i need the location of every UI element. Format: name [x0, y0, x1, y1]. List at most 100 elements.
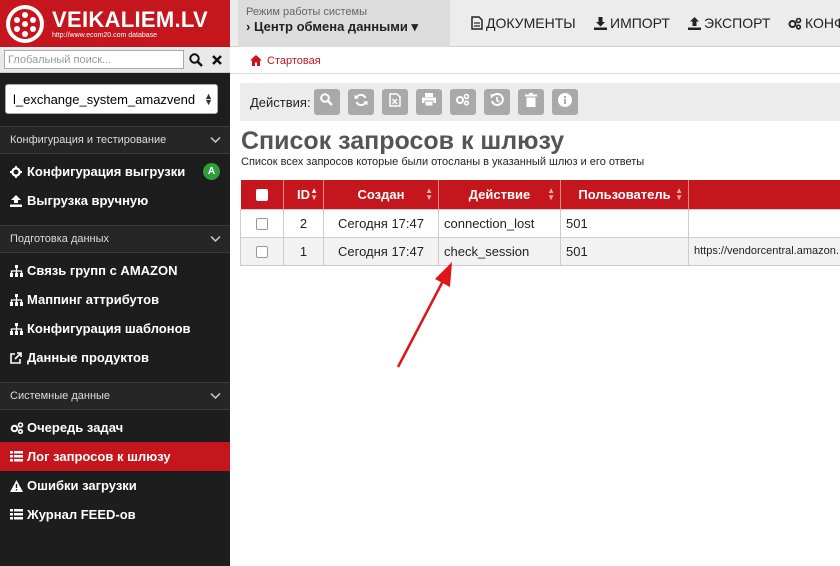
upload-icon: [688, 16, 701, 30]
requests-table: ID ▲ ▼ Создан ▲ ▼ Действие ▲ ▼ Пользователь ▲ ▼ …: [240, 180, 840, 266]
chevron-down-icon: [210, 391, 221, 403]
brand-title: VEIKALIEM.LV: [52, 6, 208, 32]
section-label: Подготовка данных: [10, 233, 110, 245]
page-subtitle: Список всех запросов которые были отосла…: [241, 156, 645, 168]
sidebar-item-upload-errors[interactable]: Ошибки загрузки: [0, 471, 230, 500]
sidebar-item-task-queue[interactable]: Очередь задач: [0, 413, 230, 442]
sitemap-icon: [10, 293, 27, 306]
column-header-user[interactable]: Пользователь ▲ ▼: [560, 180, 689, 209]
column-header-created[interactable]: Создан ▲ ▼: [323, 180, 439, 209]
column-header-url[interactable]: [688, 180, 840, 209]
trash-icon: [524, 92, 537, 112]
close-icon[interactable]: [208, 50, 226, 69]
settings-button[interactable]: [449, 89, 476, 115]
nav-export[interactable]: ЭКСПОРТ: [688, 15, 770, 31]
sidebar-item-amazon-groups[interactable]: Связь групп с AMAZON: [0, 256, 230, 285]
export-excel-button[interactable]: [381, 89, 408, 115]
document-icon: [471, 16, 483, 30]
row-checkbox[interactable]: [256, 246, 268, 259]
logo-icon: [6, 4, 44, 43]
sort-asc-icon: ▲ ▼: [310, 186, 318, 202]
info-button[interactable]: [551, 89, 578, 115]
sidebar-item-label: Маппинг аттрибутов: [27, 292, 160, 307]
nav-documents[interactable]: ДОКУМЕНТЫ: [471, 15, 576, 31]
cell-created: Сегодня 17:47: [323, 208, 439, 238]
sidebar-item-template-config[interactable]: Конфигурация шаблонов: [0, 314, 230, 343]
section-label: Конфигурация и тестирование: [10, 134, 167, 146]
table-row[interactable]: 1 Сегодня 17:47 check_session 501 https:…: [240, 236, 840, 266]
sidebar-item-attr-mapping[interactable]: Маппинг аттрибутов: [0, 285, 230, 314]
select-all-checkbox[interactable]: [255, 189, 268, 202]
sidebar-item-label: Данные продуктов: [27, 350, 149, 365]
section-config[interactable]: Конфигурация и тестирование: [0, 126, 230, 154]
sidebar-item-label: Конфигурация шаблонов: [27, 321, 191, 336]
sort-icon: ▲ ▼: [675, 186, 683, 202]
column-header-action[interactable]: Действие ▲ ▼: [438, 180, 561, 209]
chevron-down-icon: [210, 234, 221, 246]
sidebar-item-label: Выгрузка вручную: [27, 193, 149, 208]
status-badge: A: [203, 163, 220, 180]
search-button[interactable]: [313, 89, 340, 115]
sidebar-item-manual-export[interactable]: Выгрузка вручную: [0, 186, 230, 215]
refresh-button[interactable]: [347, 89, 374, 115]
cell-url: https://vendorcentral.amazon.: [688, 236, 840, 266]
top-bar: Режим работы системы › Центр обмена данн…: [230, 0, 840, 47]
global-search: [0, 47, 230, 73]
logo[interactable]: VEIKALIEM.LV http://www.ecom20.com datab…: [0, 0, 230, 47]
sidebar-item-label: Журнал FEED-ов: [27, 507, 136, 522]
cell-action: connection_lost: [438, 208, 561, 238]
delete-button[interactable]: [517, 89, 544, 115]
nav-label: ИМПОРТ: [610, 15, 670, 31]
cell-action: check_session: [438, 236, 561, 266]
upload-icon: [10, 194, 27, 207]
external-link-icon: [10, 351, 27, 364]
cell-id: 2: [283, 208, 324, 238]
column-header-id[interactable]: ID ▲ ▼: [283, 180, 324, 209]
sidebar-item-label: Очередь задач: [27, 420, 124, 435]
excel-file-icon: [388, 92, 401, 112]
refresh-icon: [354, 93, 368, 112]
breadcrumb: Стартовая: [230, 48, 840, 74]
sitemap-icon: [10, 264, 27, 277]
brand-subtitle: http://www.ecom20.com database: [52, 31, 158, 39]
section-system-data[interactable]: Системные данные: [0, 382, 230, 410]
section-data-prep[interactable]: Подготовка данных: [0, 225, 230, 253]
nav-label: КОНФ: [805, 15, 840, 31]
sidebar-item-export-config[interactable]: Конфигурация выгрузки A: [0, 157, 230, 186]
table-row[interactable]: 2 Сегодня 17:47 connection_lost 501: [240, 208, 840, 238]
actions-toolbar: Действия:: [240, 83, 840, 121]
system-select[interactable]: l_exchange_system_amazvend ▲ ▼: [5, 84, 218, 114]
chevron-down-icon: [210, 135, 221, 147]
system-select-value: l_exchange_system_amazvend: [13, 91, 196, 107]
table-header: ID ▲ ▼ Создан ▲ ▼ Действие ▲ ▼ Пользователь ▲ ▼: [240, 180, 840, 209]
gear-icon: [10, 165, 27, 178]
search-icon[interactable]: [187, 50, 205, 69]
mode-selector[interactable]: Режим работы системы › Центр обмена данн…: [238, 0, 450, 47]
warning-icon: [10, 479, 27, 492]
row-checkbox[interactable]: [256, 218, 268, 231]
sidebar-item-product-data[interactable]: Данные продуктов: [0, 343, 230, 372]
sidebar-item-label: Ошибки загрузки: [27, 478, 137, 493]
cell-id: 1: [283, 236, 324, 266]
mode-value: › Центр обмена данными ▾: [246, 19, 418, 34]
nav-import[interactable]: ИМПОРТ: [594, 15, 670, 31]
sidebar-item-label: Связь групп с AMAZON: [27, 263, 178, 278]
sort-icon: ▲ ▼: [547, 186, 555, 202]
sort-updown-icon: ▲ ▼: [204, 91, 213, 107]
search-input[interactable]: [4, 50, 184, 69]
cell-user: 501: [560, 208, 689, 238]
print-icon: [421, 93, 436, 111]
history-button[interactable]: [483, 89, 510, 115]
nav-config[interactable]: КОНФ: [788, 15, 840, 31]
gears-icon: [455, 93, 470, 111]
nav-label: ДОКУМЕНТЫ: [486, 15, 576, 31]
print-button[interactable]: [415, 89, 442, 115]
gears-icon: [788, 17, 802, 30]
sidebar-item-feed-journal[interactable]: Журнал FEED-ов: [0, 500, 230, 529]
cell-url: [688, 208, 840, 238]
gears-icon: [10, 421, 27, 434]
download-icon: [594, 16, 607, 30]
actions-label: Действия:: [250, 94, 311, 110]
sidebar-item-gateway-log[interactable]: Лог запросов к шлюзу: [0, 442, 230, 471]
breadcrumb-home[interactable]: Стартовая: [267, 55, 321, 67]
